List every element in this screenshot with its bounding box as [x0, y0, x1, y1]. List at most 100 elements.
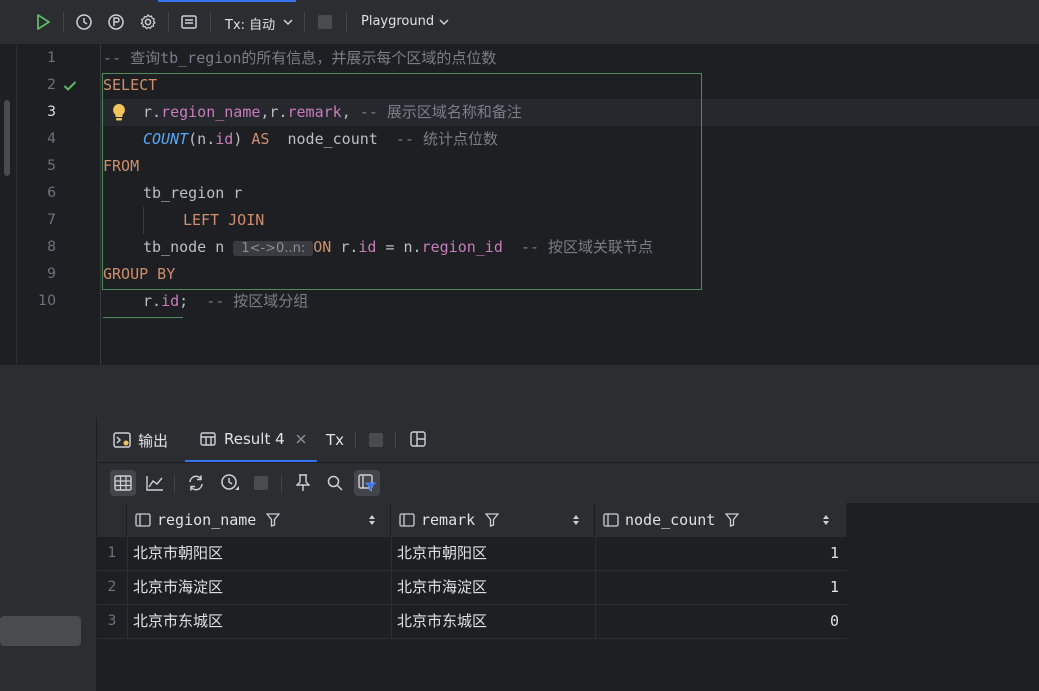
tx-mode-dropdown[interactable]: Tx: 自动	[225, 14, 275, 33]
code-line-2: SELECT	[103, 72, 157, 99]
history-button[interactable]	[72, 10, 96, 34]
column-header-node-count[interactable]: node_count	[595, 503, 847, 537]
cell-region-name[interactable]: 北京市海淀区	[127, 571, 391, 604]
refresh-icon	[189, 475, 203, 491]
sql-text: tb_node n	[143, 238, 225, 256]
toolbar-separator	[168, 12, 169, 32]
check-icon	[63, 81, 77, 91]
sort-icon[interactable]	[822, 514, 830, 526]
code-line-5: FROM	[103, 153, 139, 180]
clock-icon	[221, 474, 239, 490]
side-panel	[0, 418, 97, 691]
cell-node-count[interactable]: 1	[595, 571, 847, 604]
pin-icon	[296, 474, 310, 491]
sql-text: ;	[179, 292, 189, 310]
indent-guide	[143, 207, 144, 234]
search-button[interactable]	[322, 470, 348, 496]
table-view-button[interactable]	[110, 470, 136, 496]
settings-button[interactable]	[136, 10, 160, 34]
sql-keyword: AS	[251, 130, 270, 148]
result-grid[interactable]: region_name remark node_count 1 北京市朝阳区 北…	[97, 503, 1039, 691]
run-button[interactable]	[31, 10, 55, 34]
sql-keyword: ON	[313, 238, 332, 256]
sql-text: ,r.	[260, 103, 288, 121]
column-header-remark[interactable]: remark	[391, 503, 595, 537]
sql-comment: -- 按区域关联节点	[520, 238, 654, 256]
table-icon	[200, 432, 216, 446]
p-circle-icon	[108, 14, 124, 30]
refresh-button[interactable]	[183, 470, 209, 496]
stop-icon[interactable]	[369, 433, 383, 447]
chart-view-button[interactable]	[142, 470, 168, 496]
sql-text: r.	[143, 292, 162, 310]
sql-editor[interactable]: 1 2 3 4 5 6 7 8 9 10 -- 查询tb_region的所有信息…	[0, 45, 1039, 365]
sql-text: ,	[341, 103, 351, 121]
sql-field: remark	[287, 103, 342, 121]
sql-text: = n.	[376, 238, 422, 256]
row-number: 3	[107, 613, 117, 629]
schema-chevron[interactable]	[432, 10, 456, 34]
layout-icon[interactable]	[410, 431, 426, 447]
tab-output[interactable]: 输出	[113, 418, 168, 462]
table-row[interactable]: 1 北京市朝阳区 北京市朝阳区 1	[97, 537, 847, 571]
close-icon[interactable]	[296, 434, 306, 444]
sql-keyword: LEFT JOIN	[183, 211, 265, 229]
tab-result-4[interactable]: Result 4	[185, 418, 317, 462]
table-row[interactable]: 2 北京市海淀区 北京市海淀区 1	[97, 571, 847, 605]
sql-comment: -- 展示区域名称和备注	[359, 103, 522, 121]
line-number: 1	[47, 50, 56, 66]
history-button[interactable]	[217, 470, 243, 496]
cell-region-name[interactable]: 北京市东城区	[127, 605, 391, 638]
filter-panel-icon	[358, 474, 376, 492]
sort-icon[interactable]	[572, 514, 580, 526]
sql-comment: -- 查询tb_region的所有信息，并展示每个区域的点位数	[103, 49, 497, 67]
pin-button[interactable]	[290, 470, 316, 496]
filter-icon[interactable]	[725, 513, 740, 527]
cell-remark[interactable]: 北京市朝阳区	[391, 537, 595, 570]
tab-tx[interactable]: Tx	[326, 418, 344, 462]
sql-field: region_id	[421, 238, 503, 256]
stop-button[interactable]	[313, 10, 337, 34]
cell-remark[interactable]: 北京市东城区	[391, 605, 595, 638]
toolbar-separator	[63, 12, 64, 32]
side-panel-selection[interactable]	[0, 616, 81, 646]
sql-alias: node_count	[287, 130, 378, 148]
tx-mode-chevron[interactable]	[276, 10, 300, 34]
code-line-1: -- 查询tb_region的所有信息，并展示每个区域的点位数	[103, 45, 496, 72]
filter-icon[interactable]	[266, 513, 281, 527]
cancel-button[interactable]	[248, 470, 274, 496]
line-number: 6	[47, 185, 56, 201]
filter-icon[interactable]	[485, 513, 500, 527]
schema-dropdown[interactable]: Playground	[361, 14, 434, 29]
column-header-region-name[interactable]: region_name	[127, 503, 391, 537]
layout-button[interactable]	[177, 10, 201, 34]
tab-label: 输出	[138, 431, 169, 450]
line-number: 8	[47, 239, 56, 255]
panel-icon	[181, 15, 197, 29]
filter-panel-button[interactable]	[354, 470, 380, 496]
code-line-9: GROUP BY	[103, 261, 175, 288]
cell-remark[interactable]: 北京市海淀区	[391, 571, 595, 604]
sql-text: (n.	[188, 130, 216, 148]
lightbulb-icon[interactable]	[112, 103, 126, 122]
tx-mode-label: Tx: 自动	[225, 18, 276, 33]
pane-divider[interactable]	[0, 365, 1039, 418]
toolbar-separator	[281, 475, 282, 493]
tab-label: Tx	[326, 431, 345, 449]
active-tab-indicator	[158, 0, 296, 2]
toolbar-separator	[210, 12, 211, 32]
sql-keyword: SELECT	[103, 76, 158, 94]
editor-scrollbar[interactable]	[4, 100, 10, 176]
cell-region-name[interactable]: 北京市朝阳区	[127, 537, 391, 570]
explain-plan-button[interactable]	[104, 10, 128, 34]
table-row[interactable]: 3 北京市东城区 北京市东城区 0	[97, 605, 847, 639]
line-number: 5	[47, 158, 56, 174]
column-icon	[603, 513, 619, 527]
schema-label: Playground	[361, 14, 435, 29]
clock-icon	[76, 14, 92, 30]
sql-text: r.	[143, 103, 162, 121]
sort-icon[interactable]	[368, 514, 376, 526]
sql-keyword: FROM	[103, 157, 140, 175]
cell-node-count[interactable]: 0	[595, 605, 847, 638]
cell-node-count[interactable]: 1	[595, 537, 847, 570]
